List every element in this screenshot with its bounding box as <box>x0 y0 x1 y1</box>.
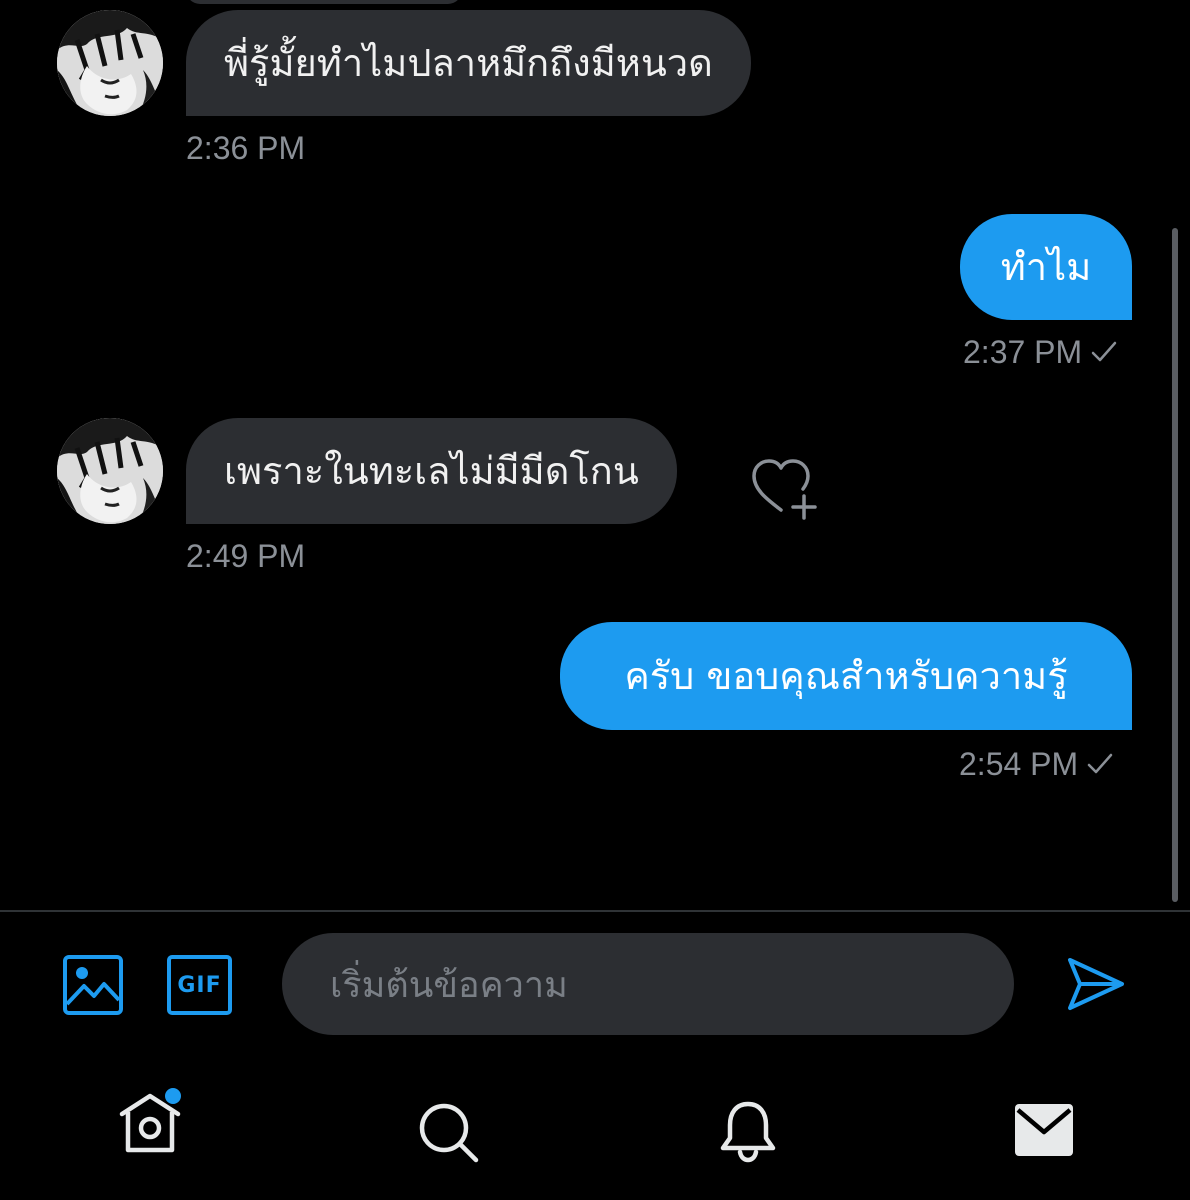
message-text: เพราะในทะเลไม่มีมีดโกน <box>224 449 639 493</box>
message-bubble[interactable]: ครับ ขอบคุณสำหรับความรู้ <box>560 622 1132 730</box>
avatar[interactable] <box>57 10 163 116</box>
message-composer: GIF เริ่มต้นข้อความ <box>0 912 1190 1062</box>
message-input-placeholder: เริ่มต้นข้อความ <box>330 964 568 1006</box>
bottom-tab-bar <box>0 1062 1190 1200</box>
conversation-thread[interactable]: พี่รู้มั้ยทำไมปลาหมึกถึงมีหนวด 2:36 PM ท… <box>0 0 1190 910</box>
message-bubble[interactable]: พี่รู้มั้ยทำไมปลาหมึกถึงมีหนวด <box>186 10 751 116</box>
message-bubble[interactable]: เพราะในทะเลไม่มีมีดโกน <box>186 418 677 524</box>
sent-check-icon <box>1090 336 1118 373</box>
message-timestamp: 2:49 PM <box>186 538 306 574</box>
notification-dot <box>165 1088 181 1104</box>
notifications-icon[interactable] <box>716 1098 780 1164</box>
send-icon[interactable] <box>1064 952 1128 1016</box>
message-text: ครับ ขอบคุณสำหรับความรู้ <box>624 654 1068 698</box>
message-timestamp: 2:54 PM <box>959 746 1114 785</box>
image-icon[interactable] <box>62 954 124 1016</box>
message-bubble[interactable]: ทำไม <box>960 214 1132 320</box>
heart-plus-icon[interactable] <box>748 456 820 522</box>
previous-bubble-edge <box>186 0 462 4</box>
gif-label: GIF <box>177 972 222 998</box>
message-text: ทำไม <box>1000 245 1092 289</box>
sent-check-icon <box>1086 748 1114 785</box>
messages-icon[interactable] <box>1014 1102 1074 1158</box>
message-timestamp: 2:37 PM <box>963 334 1118 373</box>
search-icon[interactable] <box>416 1100 482 1166</box>
scrollbar[interactable] <box>1172 228 1178 902</box>
message-timestamp: 2:36 PM <box>186 130 306 166</box>
gif-icon[interactable]: GIF <box>167 955 232 1015</box>
message-input[interactable]: เริ่มต้นข้อความ <box>282 933 1014 1035</box>
message-text: พี่รู้มั้ยทำไมปลาหมึกถึงมีหนวด <box>224 41 713 85</box>
avatar[interactable] <box>57 418 163 524</box>
